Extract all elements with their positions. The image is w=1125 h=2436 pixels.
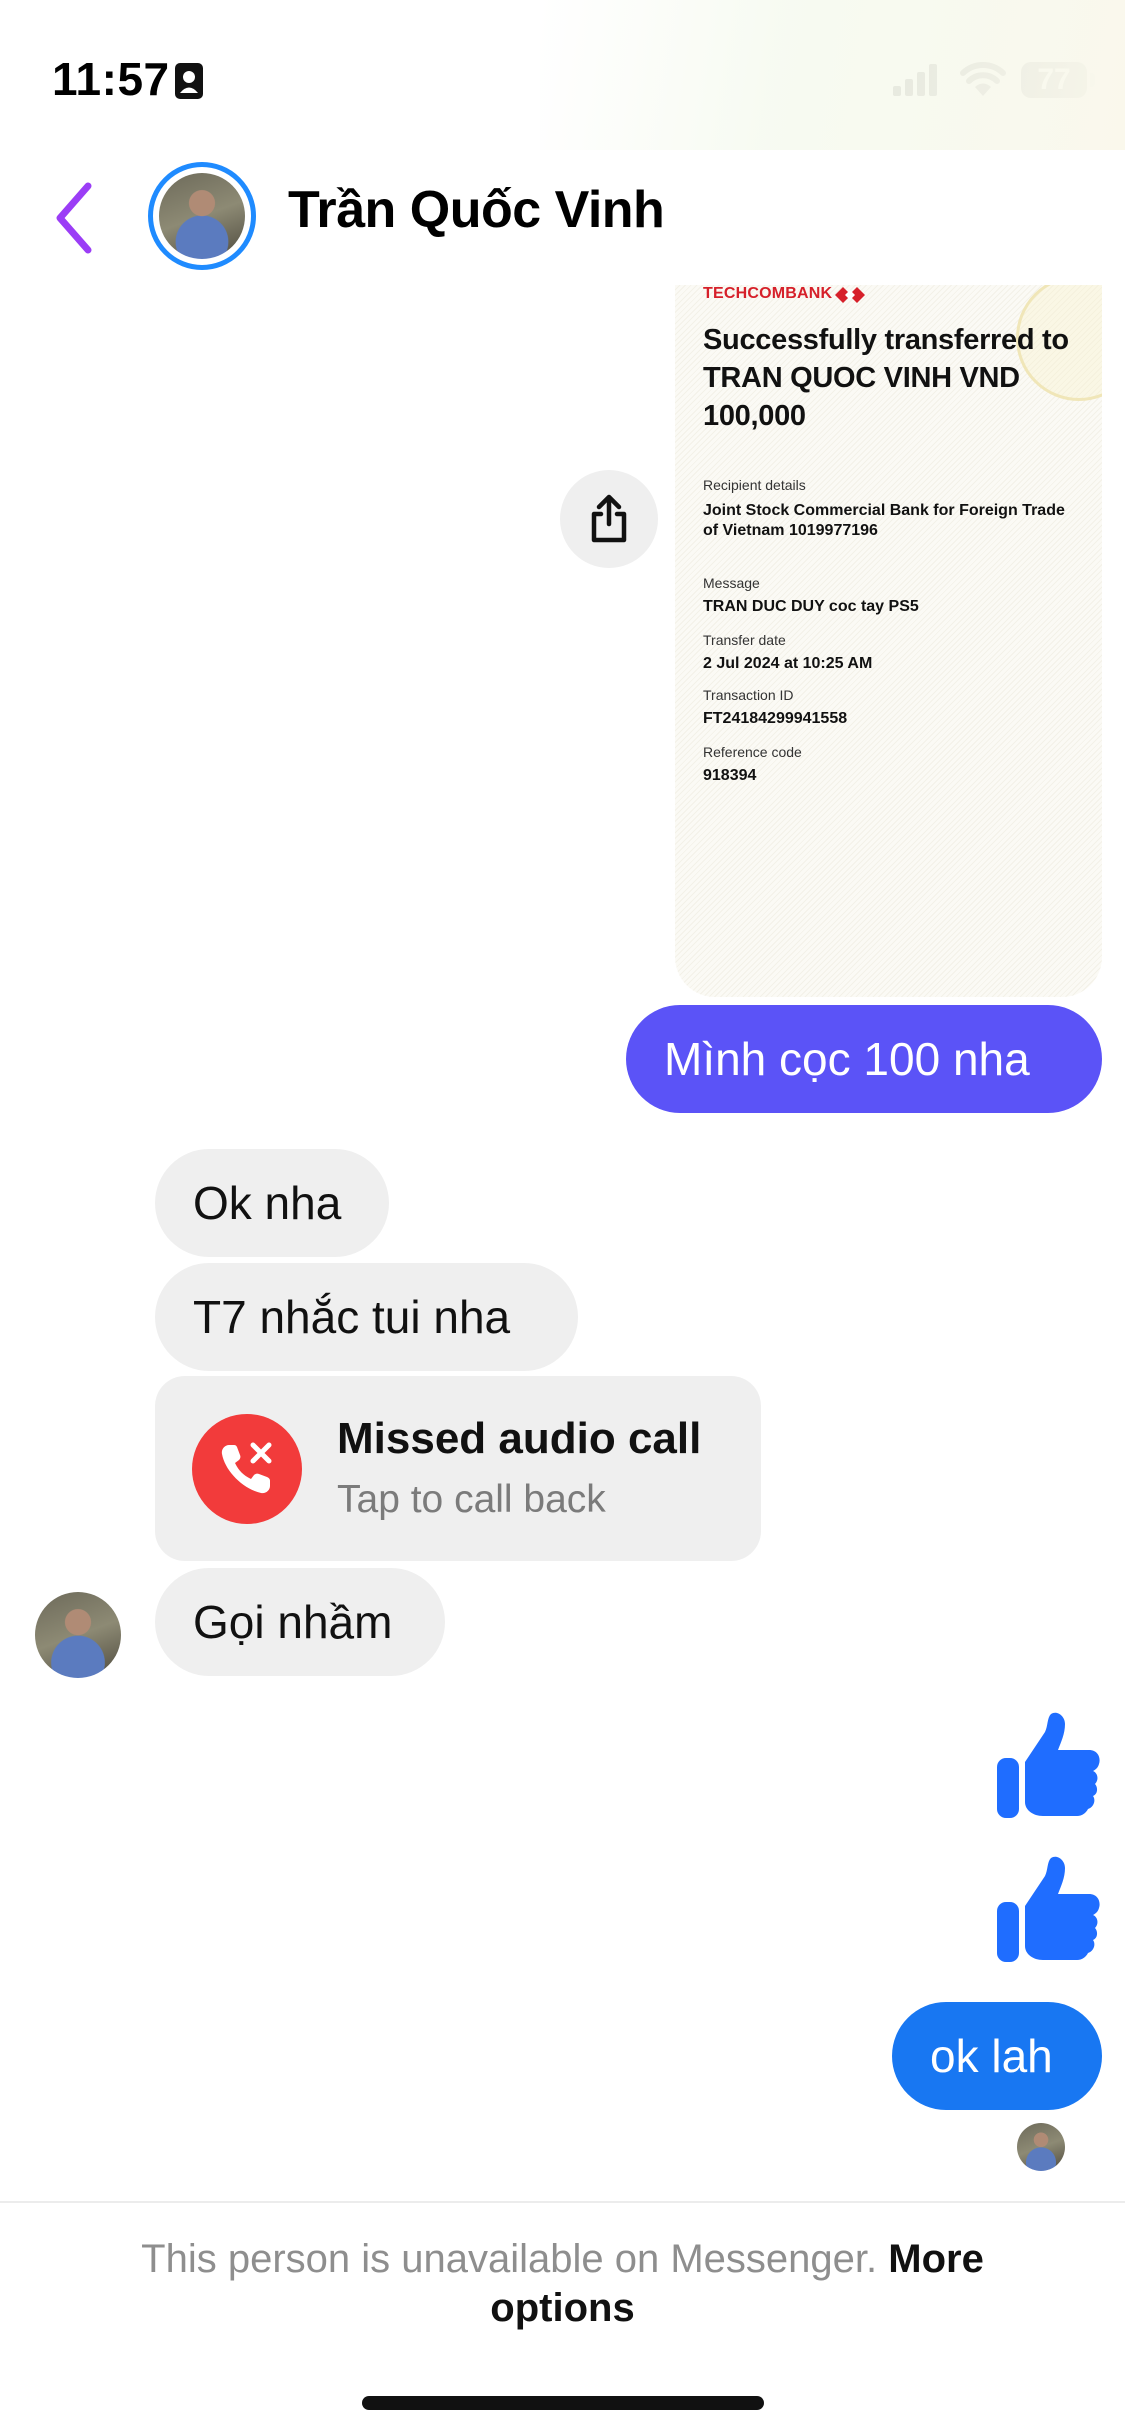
unavailable-text: This person is unavailable on Messenger. <box>141 2237 878 2281</box>
sent-message-bubble[interactable]: ok lah <box>892 2002 1102 2110</box>
missed-call-icon <box>192 1414 302 1524</box>
home-indicator[interactable] <box>362 2396 764 2410</box>
received-message-bubble[interactable]: T7 nhắc tui nha <box>155 1263 578 1371</box>
transaction-id-value: FT24184299941558 <box>703 710 848 727</box>
contact-name[interactable]: Trần Quốc Vinh <box>288 180 665 240</box>
thumbs-up-icon[interactable] <box>995 1854 1101 1964</box>
message-text: ok lah <box>930 2030 1053 2082</box>
message-text: Ok nha <box>193 1177 342 1229</box>
recipient-label: Recipient details <box>703 477 806 493</box>
message-text: T7 nhắc tui nha <box>193 1291 511 1343</box>
received-message-bubble[interactable]: Ok nha <box>155 1149 389 1257</box>
sent-message-bubble[interactable]: Mình cọc 100 nha <box>626 1005 1102 1113</box>
reference-code-value: 918394 <box>703 767 757 784</box>
back-button[interactable] <box>50 180 100 256</box>
message-label: Message <box>703 575 760 591</box>
chat-header: Trần Quốc Vinh <box>0 150 1125 285</box>
status-time: 11:57 <box>52 53 170 105</box>
message-text: Gọi nhầm <box>193 1596 393 1648</box>
techcombank-logo-icon <box>835 287 865 303</box>
missed-call-card[interactable]: Missed audio call Tap to call back <box>155 1376 761 1561</box>
transfer-date-label: Transfer date <box>703 632 786 648</box>
id-card-icon <box>175 63 203 99</box>
receipt-title: Successfully transferred to TRAN QUOC VI… <box>703 324 1069 432</box>
unavailable-notice: This person is unavailable on Messenger.… <box>80 2235 1045 2333</box>
thumbs-up-icon[interactable] <box>995 1710 1101 1820</box>
footer-divider <box>0 2201 1125 2203</box>
share-icon <box>591 494 627 543</box>
missed-call-title: Missed audio call <box>337 1414 702 1463</box>
received-message-bubble[interactable]: Gọi nhầm <box>155 1568 445 1676</box>
contact-avatar[interactable] <box>148 162 256 270</box>
bank-name: TECHCOMBANK <box>703 285 833 302</box>
read-receipt-avatar <box>1017 2123 1065 2171</box>
message-value: TRAN DUC DUY coc tay PS5 <box>703 598 919 615</box>
call-back-link[interactable]: Tap to call back <box>337 1478 606 1522</box>
contact-message-avatar[interactable] <box>35 1592 121 1678</box>
recipient-value: Joint Stock Commercial Bank for Foreign … <box>703 502 1065 539</box>
transfer-date-value: 2 Jul 2024 at 10:25 AM <box>703 655 873 672</box>
transaction-id-label: Transaction ID <box>703 687 794 703</box>
share-button[interactable] <box>560 470 658 568</box>
message-text: Mình cọc 100 nha <box>664 1033 1030 1085</box>
contact-avatar-image <box>159 173 245 259</box>
reference-code-label: Reference code <box>703 744 802 760</box>
transfer-receipt-image[interactable]: TECHCOMBANK Successfully transferred to … <box>675 285 1102 997</box>
